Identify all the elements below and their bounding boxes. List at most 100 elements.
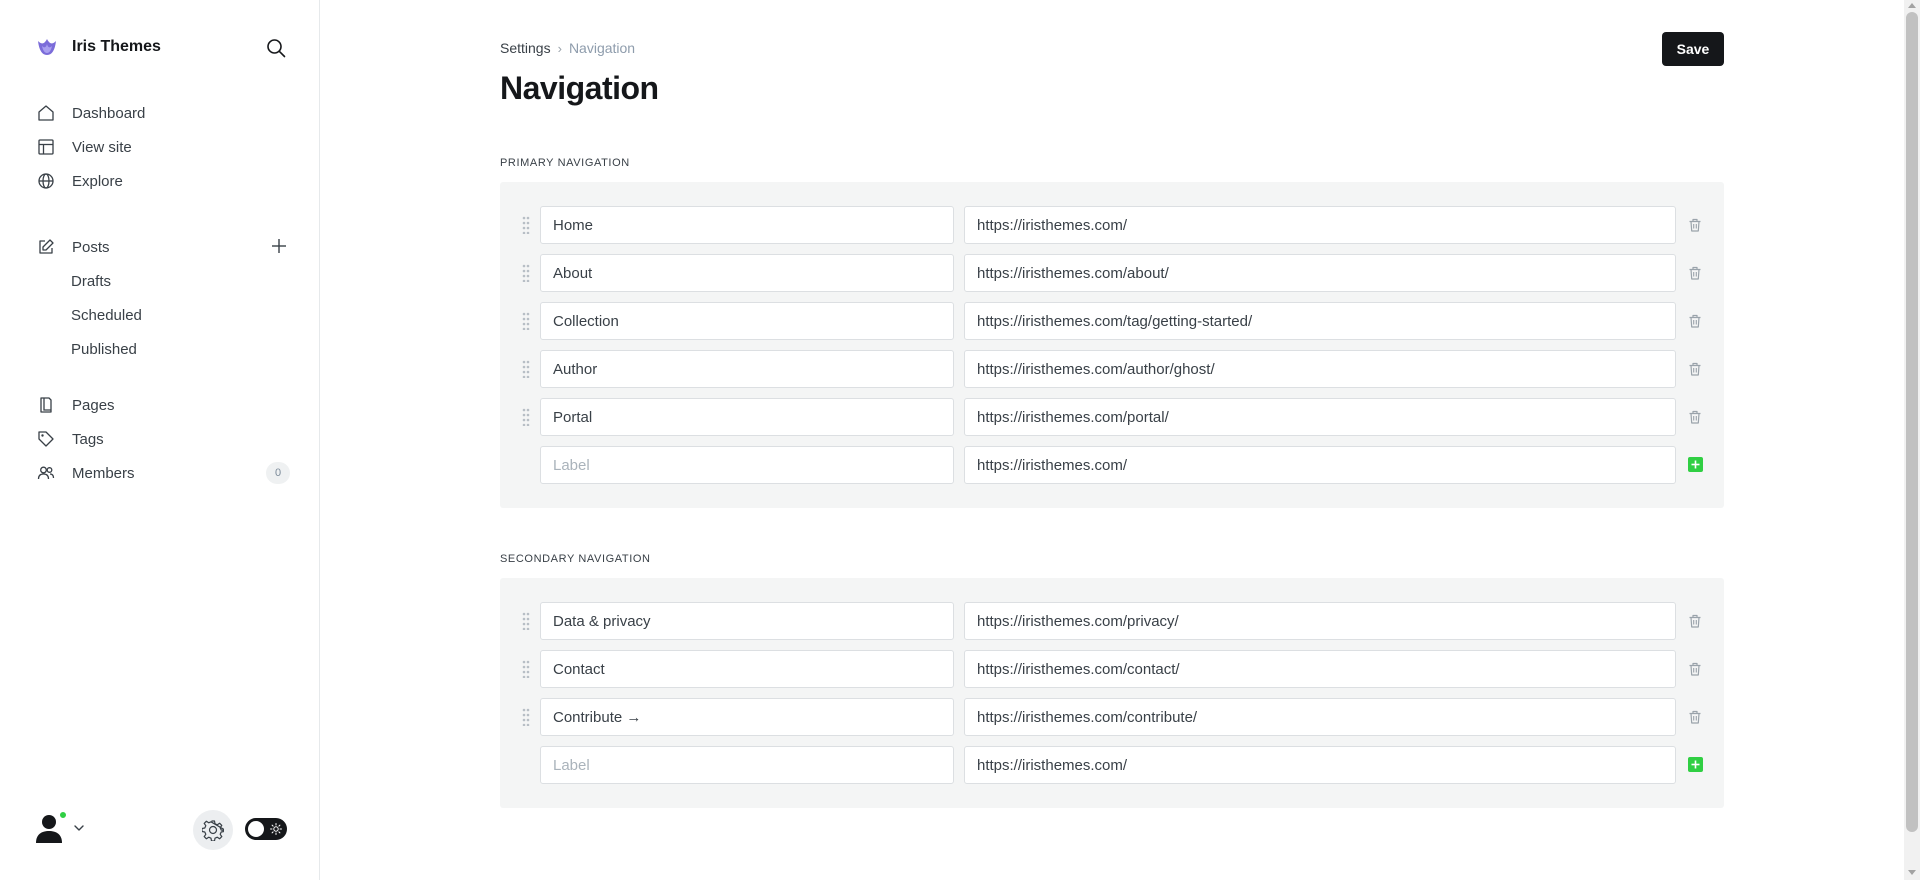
plus-icon <box>1691 460 1700 469</box>
settings-button[interactable] <box>193 810 233 850</box>
sidebar-item-drafts[interactable]: Drafts <box>71 268 111 294</box>
plus-icon <box>272 239 286 253</box>
nav-url-input[interactable] <box>964 350 1676 388</box>
page-icon <box>36 395 56 415</box>
sidebar-item-explore[interactable]: Explore <box>36 168 290 194</box>
drag-handle-icon[interactable] <box>521 263 531 283</box>
sidebar-item-scheduled[interactable]: Scheduled <box>71 302 142 328</box>
new-nav-url-input[interactable] <box>964 746 1676 784</box>
sidebar-item-members[interactable]: Members <box>36 460 256 486</box>
sidebar-item-published[interactable]: Published <box>71 336 137 362</box>
secondary-navigation-panel <box>500 578 1724 808</box>
sidebar-item-label: Posts <box>72 238 110 256</box>
dark-mode-toggle[interactable] <box>245 818 287 840</box>
user-menu[interactable] <box>34 810 86 844</box>
delete-button[interactable] <box>1686 312 1704 330</box>
sun-icon <box>268 821 284 837</box>
nav-item-row <box>500 398 1724 436</box>
scroll-down-arrow-icon[interactable] <box>1908 870 1916 875</box>
new-nav-label-input[interactable] <box>540 446 954 484</box>
new-nav-url-input[interactable] <box>964 446 1676 484</box>
scroll-up-arrow-icon[interactable] <box>1908 3 1916 8</box>
secondary-navigation-heading: Secondary navigation <box>500 553 651 565</box>
trash-icon <box>1689 410 1701 424</box>
drag-handle-icon[interactable] <box>521 359 531 379</box>
new-nav-item-row <box>500 446 1724 484</box>
sidebar-item-view-site[interactable]: View site <box>36 134 290 160</box>
nav-label-input[interactable] <box>540 254 954 292</box>
nav-url-input[interactable] <box>964 650 1676 688</box>
globe-icon <box>36 171 56 191</box>
scroll-thumb[interactable] <box>1906 12 1918 832</box>
nav-item-row <box>500 254 1724 292</box>
sidebar-item-tags[interactable]: Tags <box>36 426 290 452</box>
drag-handle-icon[interactable] <box>521 311 531 331</box>
primary-navigation-panel <box>500 182 1724 508</box>
drag-handle-icon[interactable] <box>521 707 531 727</box>
online-status-indicator <box>58 810 68 820</box>
drag-handle-icon[interactable] <box>521 611 531 631</box>
drag-handle-icon[interactable] <box>521 407 531 427</box>
toggle-knob <box>248 821 264 837</box>
delete-button[interactable] <box>1686 708 1704 726</box>
brand-logo-icon <box>38 39 56 55</box>
new-post-button[interactable] <box>268 235 290 257</box>
sidebar-item-pages[interactable]: Pages <box>36 392 290 418</box>
breadcrumb: Settings › Navigation <box>500 40 635 56</box>
sidebar-item-label: Dashboard <box>72 104 146 122</box>
main-content: Settings › Navigation Navigation Save Pr… <box>321 0 1904 880</box>
nav-item-row <box>500 302 1724 340</box>
nav-label-input[interactable] <box>540 350 954 388</box>
drag-handle-icon[interactable] <box>521 659 531 679</box>
nav-label-input[interactable] <box>540 398 954 436</box>
trash-icon <box>1689 314 1701 328</box>
new-nav-item-row <box>500 746 1724 784</box>
nav-url-input[interactable] <box>964 302 1676 340</box>
breadcrumb-current: Navigation <box>568 40 636 56</box>
add-nav-item-button[interactable] <box>1688 457 1703 472</box>
trash-icon <box>1689 710 1701 724</box>
nav-url-input[interactable] <box>964 206 1676 244</box>
delete-button[interactable] <box>1686 660 1704 678</box>
trash-icon <box>1689 362 1701 376</box>
nav-item-row <box>500 650 1724 688</box>
primary-navigation-heading: Primary navigation <box>500 157 630 169</box>
vertical-scrollbar[interactable] <box>1904 0 1920 880</box>
nav-label-input[interactable] <box>540 206 954 244</box>
trash-icon <box>1689 266 1701 280</box>
nav-label-input[interactable] <box>540 302 954 340</box>
tag-icon <box>36 429 56 449</box>
delete-button[interactable] <box>1686 216 1704 234</box>
nav-url-input[interactable] <box>964 698 1676 736</box>
add-nav-item-button[interactable] <box>1688 757 1703 772</box>
nav-url-input[interactable] <box>964 602 1676 640</box>
nav-url-input[interactable] <box>964 254 1676 292</box>
sidebar-item-label: Pages <box>72 396 115 414</box>
nav-item-row <box>500 698 1724 736</box>
drag-handle-icon[interactable] <box>521 215 531 235</box>
delete-button[interactable] <box>1686 264 1704 282</box>
plus-icon <box>1691 760 1700 769</box>
nav-item-row <box>500 350 1724 388</box>
members-count-badge: 0 <box>266 462 290 484</box>
breadcrumb-settings[interactable]: Settings <box>500 40 551 56</box>
delete-button[interactable] <box>1686 612 1704 630</box>
new-nav-label-input[interactable] <box>540 746 954 784</box>
nav-label-input[interactable] <box>540 650 954 688</box>
sidebar-item-label: View site <box>72 138 132 156</box>
chevron-down-icon <box>74 825 84 831</box>
sidebar-item-label: Explore <box>72 172 123 190</box>
sidebar-item-dashboard[interactable]: Dashboard <box>36 100 290 126</box>
save-button[interactable]: Save <box>1662 32 1724 66</box>
sidebar-item-posts[interactable]: Posts <box>36 234 256 260</box>
delete-button[interactable] <box>1686 360 1704 378</box>
nav-label-input[interactable] <box>540 698 954 736</box>
nav-url-input[interactable] <box>964 398 1676 436</box>
page-title: Navigation <box>500 70 659 106</box>
sidebar-item-label: Tags <box>72 430 104 448</box>
delete-button[interactable] <box>1686 408 1704 426</box>
search-button[interactable] <box>264 36 288 60</box>
trash-icon <box>1689 662 1701 676</box>
nav-label-input[interactable] <box>540 602 954 640</box>
brand[interactable]: Iris Themes <box>36 34 161 60</box>
